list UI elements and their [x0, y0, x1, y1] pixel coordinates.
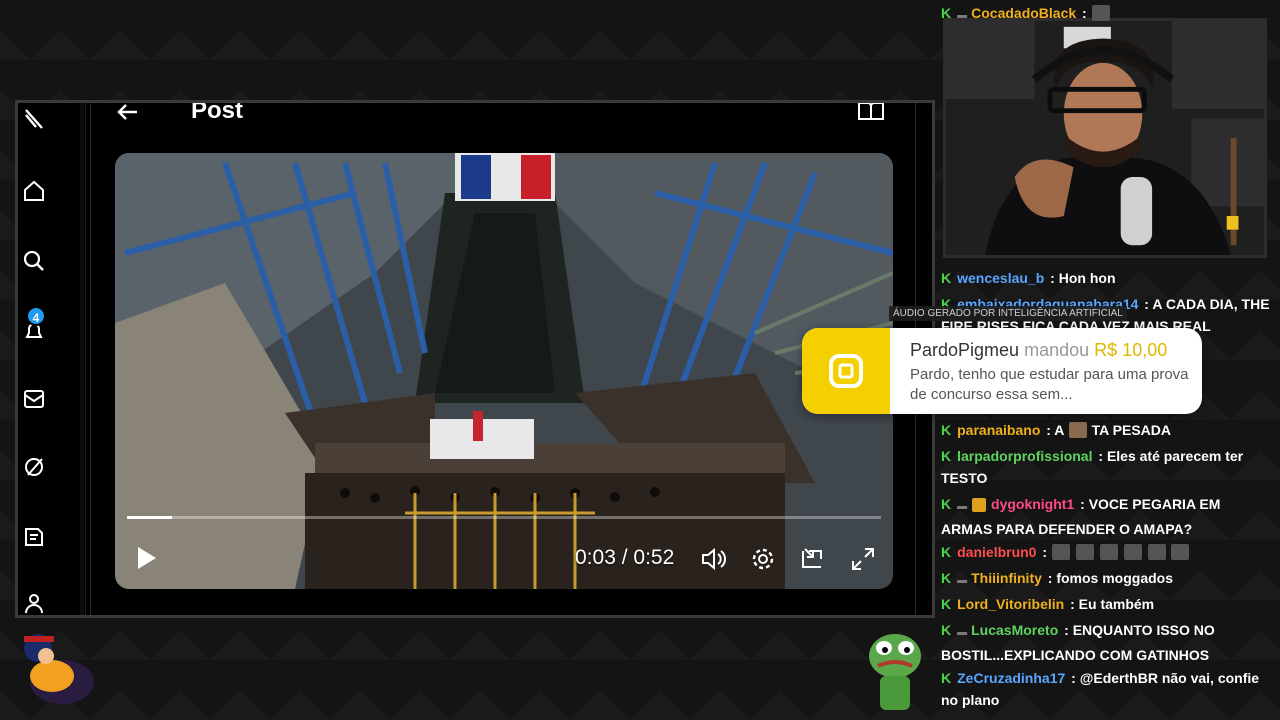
sub-badge-icon: ▬	[957, 501, 968, 512]
chat-emote	[1068, 422, 1087, 438]
video-duration: 0:52	[633, 546, 675, 569]
play-icon[interactable]	[133, 545, 159, 571]
chat-badge-icon: K	[941, 544, 952, 560]
chat-badge-icon: K	[941, 270, 952, 286]
volume-icon[interactable]	[699, 545, 727, 573]
crown-badge-icon	[972, 498, 987, 512]
chat-emote	[1091, 5, 1110, 21]
chat-badge-icon: K	[941, 496, 952, 512]
chat-text: fomos moggados	[1056, 570, 1174, 586]
video-frame	[115, 153, 893, 589]
video-current-time: 0:03	[575, 546, 616, 569]
alert-amount: R$ 10,00	[1094, 340, 1168, 360]
chat-message: K ▬ dygoknight1 : VOCE PEGARIA EM ARMAS P…	[941, 496, 1221, 537]
chat-emote	[1051, 544, 1070, 560]
chat-username[interactable]: danielbrun0	[957, 544, 1036, 560]
ai-audio-label: ÁUDIO GERADO POR INTELIGÊNCIA ARTIFICIAL	[889, 306, 1127, 321]
alert-verb: mandou	[1024, 340, 1090, 360]
chat-text: Hon hon	[1058, 270, 1116, 286]
chat-username[interactable]: dygoknight1	[991, 496, 1074, 512]
picture-in-picture-icon[interactable]	[799, 545, 827, 573]
chat-message: Kdanielbrun0 :	[941, 541, 1272, 563]
alert-icon-box	[802, 328, 890, 414]
video-time-display: 0:03 / 0:52	[575, 546, 674, 570]
chat-username[interactable]: CocadadoBlack	[971, 5, 1076, 21]
sub-badge-icon: ▬	[957, 10, 968, 21]
chat-badge-icon: K	[941, 570, 952, 586]
donation-alert: PardoPigmeu mandou R$ 10,00 Pardo, tenho…	[802, 328, 1202, 414]
post-header: Post	[91, 103, 915, 147]
chat-badge-icon: K	[941, 448, 952, 464]
video-progress-fill	[127, 516, 173, 519]
video-progress-bar[interactable]	[127, 516, 881, 519]
chat-username[interactable]: Lord_Vitoribelin	[957, 596, 1064, 612]
pepe-frog-image	[864, 628, 926, 712]
x-logo-icon[interactable]	[22, 107, 46, 131]
sub-badge-icon: ▬	[957, 575, 968, 586]
chat-badge-icon: K	[941, 5, 952, 21]
page-title: Post	[191, 100, 244, 124]
chat-username[interactable]: Thiiinfinity	[971, 570, 1042, 586]
video-player[interactable]: 0:03 / 0:52	[115, 153, 893, 589]
video-time-separator: /	[615, 546, 634, 569]
browser-capture: 4 Post 0:03 / 0:52	[15, 100, 935, 618]
chat-text-prefix: A	[1054, 422, 1064, 438]
chat-badge-icon: K	[941, 596, 952, 612]
notification-count-badge: 4	[26, 306, 46, 326]
chat-message: K Lord_Vitoribelin : Eu também	[941, 596, 1155, 612]
back-arrow-icon[interactable]	[115, 103, 141, 125]
chat-emote	[1099, 544, 1118, 560]
cartoon-character-image	[16, 626, 100, 710]
chat-message: K ZeCruzadinha17 : @EderthBR não vai, con…	[941, 670, 1260, 708]
alert-headline: PardoPigmeu mandou R$ 10,00	[910, 340, 1167, 361]
nav-scrollbar[interactable]	[80, 103, 84, 615]
chat-message: Kwenceslau_b : Hon hon	[941, 270, 1116, 286]
chat-message: K ▬ LucasMoreto : ENQUANTO ISSO NO BOSTIL.…	[941, 622, 1215, 663]
post-pane: Post 0:03 / 0:52	[90, 103, 916, 615]
chat-badge-icon: K	[941, 670, 952, 686]
fullscreen-icon[interactable]	[849, 545, 877, 573]
profile-icon[interactable]	[22, 591, 46, 615]
chat-username[interactable]: ZeCruzadinha17	[957, 670, 1065, 686]
chat-message: Kparanaibano : A TA PESADA	[941, 422, 1172, 438]
chat-emote	[1171, 544, 1190, 560]
livepix-icon	[828, 353, 864, 389]
side-nav-rail: 4	[18, 103, 86, 615]
search-icon[interactable]	[22, 249, 46, 273]
reader-mode-icon[interactable]	[857, 103, 885, 121]
chat-username[interactable]: wenceslau_b	[957, 270, 1044, 286]
chat-emote	[1075, 544, 1094, 560]
chat-message: K ▬ Thiiinfinity : fomos moggados	[941, 570, 1174, 586]
chat-badge-icon: K	[941, 422, 952, 438]
chat-text: Eu também	[1078, 596, 1155, 612]
chat-username[interactable]: paranaibano	[957, 422, 1040, 438]
chat-badge-icon: K	[941, 622, 952, 638]
grok-icon[interactable]	[22, 455, 46, 479]
chat-emote	[1147, 544, 1166, 560]
alert-sender: PardoPigmeu	[910, 340, 1020, 360]
lists-icon[interactable]	[22, 525, 46, 549]
messages-icon[interactable]	[22, 387, 46, 411]
chat-username[interactable]: larpadorprofissional	[957, 448, 1092, 464]
home-icon[interactable]	[22, 179, 46, 203]
chat-username[interactable]: LucasMoreto	[971, 622, 1058, 638]
sub-badge-icon: ▬	[957, 627, 968, 638]
chat-text: TA PESADA	[1091, 422, 1172, 438]
chat-message: K ▬ CocadadoBlack :	[941, 2, 1272, 27]
chat-emote	[1123, 544, 1142, 560]
settings-gear-icon[interactable]	[749, 545, 777, 573]
chat-message: Klarpadorprofissional : Eles até parecem…	[941, 448, 1244, 486]
alert-message: Pardo, tenho que estudar para uma prova …	[910, 366, 1189, 403]
